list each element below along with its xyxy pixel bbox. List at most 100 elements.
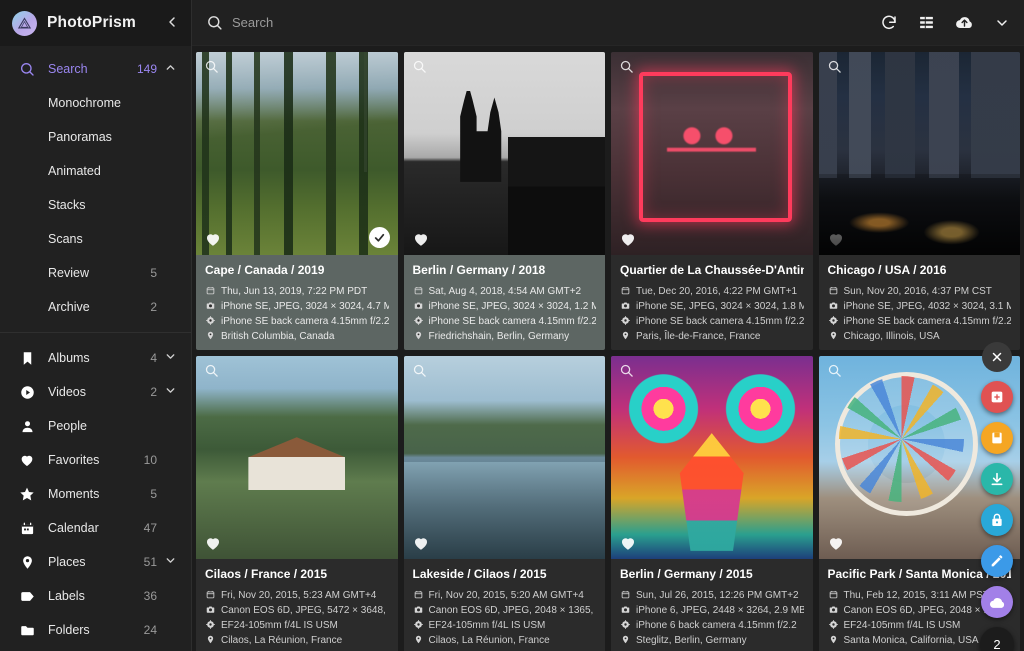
main-content: Cape / Canada / 2019 Thu, Jun 13, 2019, 7…	[192, 0, 1024, 651]
magnify-icon[interactable]	[619, 363, 634, 378]
album-action[interactable]	[981, 422, 1013, 454]
sidebar-item-calendar[interactable]: Calendar 47	[0, 511, 191, 545]
sidebar-item-favorites[interactable]: Favorites 10	[0, 443, 191, 477]
sidebar-item-albums[interactable]: Albums 4	[0, 341, 191, 375]
photo-title[interactable]: Cilaos / France / 2015	[205, 567, 389, 581]
photo-card[interactable]: Chicago / USA / 2016 Sun, Nov 20, 2016, 4…	[818, 52, 1021, 350]
magnify-icon[interactable]	[204, 59, 219, 74]
camera-icon	[205, 299, 216, 310]
sidebar-item-review[interactable]: Review 5	[0, 256, 191, 290]
photo-file-info-text: iPhone SE, JPEG, 4032 × 3024, 3.1 MB	[843, 301, 1012, 312]
photo-title[interactable]: Quartier de La Chaussée-D'Antin / 2016	[620, 263, 804, 277]
chevron-left-icon[interactable]	[163, 14, 181, 33]
photo-card[interactable]: Quartier de La Chaussée-D'Antin / 2016 Tu…	[611, 52, 813, 350]
heart-icon[interactable]	[412, 534, 430, 552]
chevron-down-icon[interactable]	[159, 554, 181, 570]
magnify-icon[interactable]	[204, 363, 219, 378]
photo-card[interactable]: Cilaos / France / 2015 Fri, Nov 20, 2015,…	[196, 356, 398, 651]
magnify-icon[interactable]	[412, 59, 427, 74]
chevron-up-icon[interactable]	[159, 61, 181, 77]
heart-icon[interactable]	[827, 230, 845, 248]
list-view-icon[interactable]	[918, 14, 935, 31]
photo-thumbnail[interactable]	[196, 52, 398, 255]
search-input[interactable]	[232, 15, 532, 30]
heart-icon[interactable]	[412, 230, 430, 248]
sidebar-item-places[interactable]: Places 51	[0, 545, 191, 579]
photo-title[interactable]: Berlin / Germany / 2015	[620, 567, 804, 581]
photo-file-info: iPhone SE, JPEG, 3024 × 3024, 1.2 MB	[413, 299, 596, 314]
photo-file-info-text: iPhone SE, JPEG, 3024 × 3024, 1.8 MB	[636, 301, 804, 312]
photo-date-text: Thu, Feb 12, 2015, 3:11 AM PST	[843, 590, 989, 601]
sidebar-item-animated[interactable]: Animated	[0, 154, 191, 188]
cloud-upload-icon[interactable]	[955, 13, 974, 32]
photo-thumbnail[interactable]	[611, 52, 813, 255]
app-title: PhotoPrism	[47, 14, 136, 31]
photo-title[interactable]: Cape / Canada / 2019	[205, 263, 389, 277]
heart-icon[interactable]	[204, 534, 222, 552]
photo-card[interactable]: Cape / Canada / 2019 Thu, Jun 13, 2019, 7…	[196, 52, 398, 350]
photo-title[interactable]: Chicago / USA / 2016	[828, 263, 1012, 277]
photo-thumbnail[interactable]	[611, 356, 813, 559]
calendar-icon	[828, 284, 839, 295]
photo-title[interactable]: Berlin / Germany / 2018	[413, 263, 597, 277]
sidebar-item-stacks[interactable]: Stacks	[0, 188, 191, 222]
magnify-icon[interactable]	[827, 363, 842, 378]
sidebar-item-moments[interactable]: Moments 5	[0, 477, 191, 511]
camera-icon	[620, 603, 631, 614]
photo-file-info: Canon EOS 6D, JPEG, 5472 × 3648, 6.5 MB	[205, 603, 389, 618]
photo-thumbnail[interactable]	[196, 356, 398, 559]
sidebar-item-labels[interactable]: Labels 36	[0, 579, 191, 613]
selection-count-badge[interactable]: 2	[980, 627, 1014, 651]
heart-icon[interactable]	[204, 230, 222, 248]
photo-lens-info-text: EF24-105mm f/4L IS USM	[428, 620, 546, 631]
camera-icon	[620, 299, 631, 310]
photo-lens-info-text: EF24-105mm f/4L IS USM	[221, 620, 338, 631]
sidebar-item-archive[interactable]: Archive 2	[0, 290, 191, 324]
sidebar-item-videos[interactable]: Videos 2	[0, 375, 191, 409]
sidebar-item-scans[interactable]: Scans	[0, 222, 191, 256]
selection-check-icon[interactable]	[368, 227, 390, 248]
photo-location: British Columbia, Canada	[205, 329, 389, 344]
private-action[interactable]	[981, 504, 1013, 536]
photo-metadata: Chicago / USA / 2016 Sun, Nov 20, 2016, 4…	[819, 255, 1021, 350]
photo-date: Fri, Nov 20, 2015, 5:20 AM GMT+4	[413, 588, 597, 603]
refresh-icon[interactable]	[880, 14, 898, 32]
sidebar-item-panoramas[interactable]: Panoramas	[0, 120, 191, 154]
photo-card[interactable]: Berlin / Germany / 2015 Sun, Jul 26, 2015…	[611, 356, 813, 651]
sidebar-item-people[interactable]: People	[0, 409, 191, 443]
chevron-down-icon[interactable]	[994, 15, 1010, 31]
chevron-down-icon[interactable]	[159, 384, 181, 400]
search-container	[206, 14, 880, 31]
chevron-down-icon[interactable]	[159, 350, 181, 366]
photo-location-text: Chicago, Illinois, USA	[843, 331, 940, 342]
sidebar-item-folders[interactable]: Folders 24	[0, 613, 191, 647]
pin-icon	[828, 329, 839, 340]
photo-metadata: Lakeside / Cilaos / 2015 Fri, Nov 20, 201…	[404, 559, 606, 651]
archive-action[interactable]	[981, 381, 1013, 413]
edit-action[interactable]	[981, 545, 1013, 577]
sidebar-item-search[interactable]: Search 149	[0, 52, 191, 86]
photo-thumbnail[interactable]	[403, 356, 605, 559]
sidebar-item-count: 36	[143, 589, 157, 603]
photo-card[interactable]: Berlin / Germany / 2018 Sat, Aug 4, 2018,…	[403, 52, 605, 350]
selection-check-icon[interactable]	[576, 227, 597, 248]
sidebar-item-monochrome[interactable]: Monochrome	[0, 86, 191, 120]
pin-icon	[413, 329, 424, 340]
camera-icon	[413, 603, 424, 614]
sidebar-item-label: Scans	[48, 232, 83, 246]
close-icon[interactable]	[982, 342, 1012, 372]
photo-card[interactable]: Lakeside / Cilaos / 2015 Fri, Nov 20, 201…	[403, 356, 606, 651]
photo-thumbnail[interactable]	[403, 52, 605, 255]
photo-title[interactable]: Lakeside / Cilaos / 2015	[413, 567, 597, 581]
photo-thumbnail[interactable]	[818, 52, 1020, 255]
heart-icon[interactable]	[827, 534, 845, 552]
magnify-icon[interactable]	[412, 363, 427, 378]
magnify-icon[interactable]	[619, 59, 634, 74]
sidebar-item-label: Review	[48, 266, 89, 280]
heart-icon[interactable]	[619, 230, 637, 248]
download-action[interactable]	[981, 463, 1013, 495]
share-action[interactable]	[981, 586, 1013, 618]
heart-icon[interactable]	[619, 534, 637, 552]
photo-location: Cilaos, La Réunion, France	[413, 633, 597, 648]
magnify-icon[interactable]	[827, 59, 842, 74]
